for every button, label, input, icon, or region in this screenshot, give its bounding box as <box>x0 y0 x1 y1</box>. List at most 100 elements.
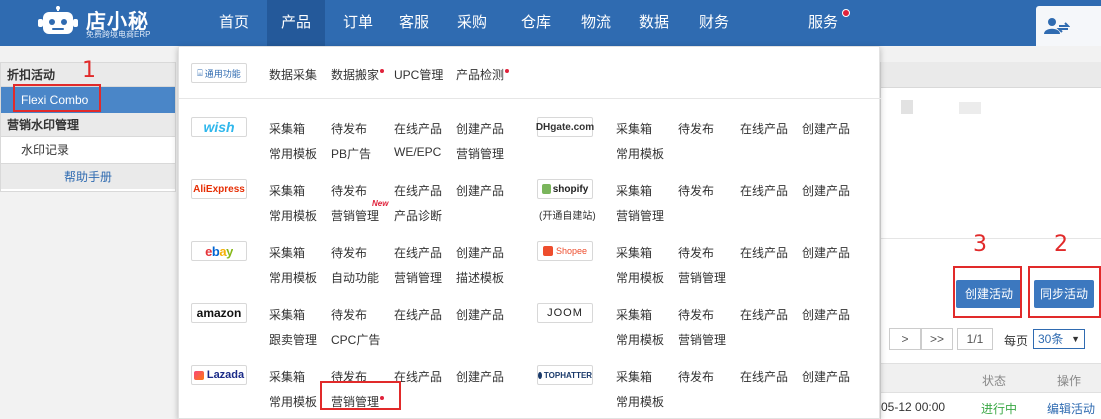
ebay-description-templates[interactable]: 描述模板 <box>456 269 504 286</box>
shopee-create-product[interactable]: 创建产品 <box>802 244 850 261</box>
lazada-collect-box[interactable]: 采集箱 <box>269 368 305 385</box>
nav-logistics[interactable]: 物流 <box>567 0 625 46</box>
shopify-open-site[interactable]: (开通自建站) <box>539 207 596 222</box>
shopee-templates[interactable]: 常用模板 <box>616 269 664 286</box>
nav-home[interactable]: 首页 <box>205 0 263 46</box>
ebay-templates[interactable]: 常用模板 <box>269 269 317 286</box>
amazon-logo: amazon <box>191 303 247 323</box>
shopee-collect-box[interactable]: 采集箱 <box>616 244 652 261</box>
link-data-collection[interactable]: 数据采集 <box>269 66 317 83</box>
per-page-select[interactable]: 30条 ▼ <box>1033 329 1085 349</box>
joom-online-products[interactable]: 在线产品 <box>740 306 788 323</box>
amazon-cpc-ads[interactable]: CPC广告 <box>331 331 380 348</box>
ae-marketing[interactable]: 营销管理 <box>331 207 379 224</box>
amazon-pending[interactable]: 待发布 <box>331 306 367 323</box>
ae-product-diagnosis[interactable]: 产品诊断 <box>394 207 442 224</box>
ae-create-product[interactable]: 创建产品 <box>456 182 504 199</box>
lazada-create-product[interactable]: 创建产品 <box>456 368 504 385</box>
link-data-migration[interactable]: 数据搬家 <box>331 66 385 83</box>
tophatter-online-products[interactable]: 在线产品 <box>740 368 788 385</box>
help-manual-link[interactable]: 帮助手册 <box>1 163 175 189</box>
tophatter-create-product[interactable]: 创建产品 <box>802 368 850 385</box>
wish-we-epc[interactable]: WE/EPC <box>394 145 441 159</box>
nav-warehouse[interactable]: 仓库 <box>507 0 565 46</box>
ebay-collect-box[interactable]: 采集箱 <box>269 244 305 261</box>
dhgate-online-products[interactable]: 在线产品 <box>740 120 788 137</box>
joom-collect-box[interactable]: 采集箱 <box>616 306 652 323</box>
shopee-pending[interactable]: 待发布 <box>678 244 714 261</box>
ae-collect-box[interactable]: 采集箱 <box>269 182 305 199</box>
amazon-collect-box[interactable]: 采集箱 <box>269 306 305 323</box>
shopee-online-products[interactable]: 在线产品 <box>740 244 788 261</box>
user-switch-icon <box>1044 18 1070 34</box>
link-upc-management[interactable]: UPC管理 <box>394 66 443 83</box>
tophatter-logo: TOPHATTER <box>537 365 593 385</box>
lazada-templates[interactable]: 常用模板 <box>269 393 317 410</box>
nav-data[interactable]: 数据 <box>625 0 683 46</box>
joom-templates[interactable]: 常用模板 <box>616 331 664 348</box>
ae-pending[interactable]: 待发布 <box>331 182 367 199</box>
tophatter-templates[interactable]: 常用模板 <box>616 393 664 410</box>
nav-orders[interactable]: 订单 <box>329 0 387 46</box>
last-page-button[interactable]: >> <box>921 328 953 350</box>
robot-logo-icon <box>38 6 78 34</box>
nav-product[interactable]: 产品 <box>267 0 325 46</box>
table-header: 状态 操作 <box>881 363 1101 393</box>
ebay-pending[interactable]: 待发布 <box>331 244 367 261</box>
ebay-create-product[interactable]: 创建产品 <box>456 244 504 261</box>
wish-collect-box[interactable]: 采集箱 <box>269 120 305 137</box>
ebay-marketing[interactable]: 营销管理 <box>394 269 442 286</box>
wish-templates[interactable]: 常用模板 <box>269 145 317 162</box>
column-operation: 操作 <box>1057 374 1082 388</box>
joom-marketing[interactable]: 营销管理 <box>678 331 726 348</box>
tophatter-circle-icon <box>537 371 542 379</box>
dhgate-create-product[interactable]: 创建产品 <box>802 120 850 137</box>
sidebar-item-watermark-records[interactable]: 水印记录 <box>1 137 175 163</box>
dhgate-pending[interactable]: 待发布 <box>678 120 714 137</box>
next-page-button[interactable]: > <box>889 328 921 350</box>
logo[interactable]: 店小秘 免费跨境电商ERP <box>38 4 178 42</box>
joom-create-product[interactable]: 创建产品 <box>802 306 850 323</box>
lazada-logo: Lazada <box>191 365 247 385</box>
nav-finance[interactable]: 财务 <box>685 0 743 46</box>
amazon-follow-sell[interactable]: 跟卖管理 <box>269 331 317 348</box>
amazon-online-products[interactable]: 在线产品 <box>394 306 442 323</box>
general-tools-icon: ⌸ <box>197 67 203 78</box>
user-menu[interactable] <box>1036 6 1101 46</box>
lazada-online-products[interactable]: 在线产品 <box>394 368 442 385</box>
edit-activity-link[interactable]: 编辑活动 <box>1047 400 1095 417</box>
shopify-marketing[interactable]: 营销管理 <box>616 207 664 224</box>
shopify-pending[interactable]: 待发布 <box>678 182 714 199</box>
row-time: 05-12 00:00 <box>881 400 946 414</box>
dhgate-templates[interactable]: 常用模板 <box>616 145 664 162</box>
wish-pb-ads[interactable]: PB广告 <box>331 145 371 162</box>
nav-service[interactable]: 服务 <box>793 0 853 46</box>
ae-templates[interactable]: 常用模板 <box>269 207 317 224</box>
shopify-create-product[interactable]: 创建产品 <box>802 182 850 199</box>
amazon-create-product[interactable]: 创建产品 <box>456 306 504 323</box>
link-product-check[interactable]: 产品检测 <box>456 66 510 83</box>
nav-customer-service[interactable]: 客服 <box>385 0 443 46</box>
shopify-online-products[interactable]: 在线产品 <box>740 182 788 199</box>
tophatter-pending[interactable]: 待发布 <box>678 368 714 385</box>
lazada-heart-icon <box>193 370 204 380</box>
tophatter-collect-box[interactable]: 采集箱 <box>616 368 652 385</box>
ebay-online-products[interactable]: 在线产品 <box>394 244 442 261</box>
dhgate-collect-box[interactable]: 采集箱 <box>616 120 652 137</box>
annotation-box-lazada-marketing <box>320 381 401 410</box>
joom-pending[interactable]: 待发布 <box>678 306 714 323</box>
nav-purchase[interactable]: 采购 <box>443 0 501 46</box>
wish-create-product[interactable]: 创建产品 <box>456 120 504 137</box>
wish-marketing[interactable]: 营销管理 <box>456 145 504 162</box>
ebay-auto-functions[interactable]: 自动功能 <box>331 269 379 286</box>
pagination: > >> 1/1 每页 30条 ▼ <box>881 326 1101 352</box>
ae-online-products[interactable]: 在线产品 <box>394 182 442 199</box>
shopify-collect-box[interactable]: 采集箱 <box>616 182 652 199</box>
general-functions-logo: ⌸ 通用功能 <box>191 63 247 83</box>
shopee-marketing[interactable]: 营销管理 <box>678 269 726 286</box>
wish-online-products[interactable]: 在线产品 <box>394 120 442 137</box>
shopee-bag-icon <box>542 246 553 256</box>
annotation-number-3: 3 <box>973 232 987 257</box>
page-indicator: 1/1 <box>957 328 993 350</box>
wish-pending[interactable]: 待发布 <box>331 120 367 137</box>
